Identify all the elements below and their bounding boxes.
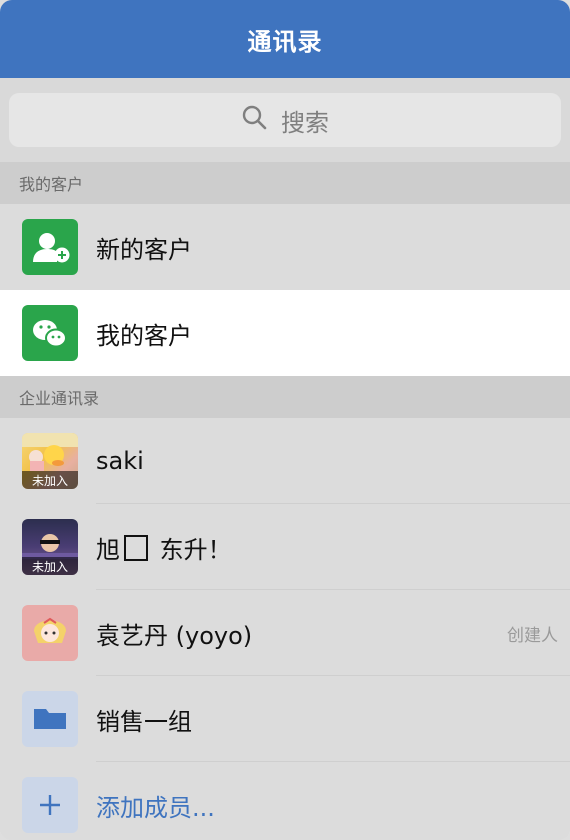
member-name: 袁艺丹 (yoyo): [96, 621, 253, 650]
wechat-icon: [22, 305, 78, 361]
member-name-prefix: 旭: [96, 535, 120, 564]
department-row[interactable]: 销售一组: [0, 676, 570, 762]
member-name-suffix: 东升！: [159, 535, 232, 564]
member-row-yoyo[interactable]: 袁艺丹 (yoyo) 创建人: [0, 590, 570, 676]
avatar-image: [34, 617, 66, 643]
search-box[interactable]: 搜索: [9, 93, 561, 147]
avatar: [22, 605, 78, 661]
department-name: 销售一组: [96, 707, 192, 736]
section-label: 企业通讯录: [19, 389, 100, 408]
list-item-my-customers[interactable]: 我的客户: [0, 290, 570, 376]
creator-tag: 创建人: [507, 625, 558, 646]
contacts-screen: 通讯录 搜索 我的客户 新的客户 我的客户 企业通讯录 未加入 saki 未加入…: [0, 0, 570, 840]
folder-icon: [22, 691, 78, 747]
section-header-company: 企业通讯录: [0, 376, 570, 418]
missing-glyph-box: [124, 534, 148, 561]
section-label: 我的客户: [19, 175, 84, 194]
member-row-xu[interactable]: 未加入 旭 东升！: [0, 504, 570, 590]
add-member-row[interactable]: 添加成员...: [0, 762, 570, 840]
avatar: 未加入: [22, 519, 78, 575]
not-joined-badge: 未加入: [22, 471, 78, 489]
member-name: 旭 东升！: [96, 530, 232, 565]
list-item-label: 我的客户: [96, 321, 192, 350]
page-title: 通讯录: [247, 27, 323, 56]
avatar: 未加入: [22, 433, 78, 489]
member-row-saki[interactable]: 未加入 saki: [0, 418, 570, 504]
not-joined-badge: 未加入: [22, 557, 78, 575]
add-customer-icon: [22, 219, 78, 275]
top-bar: 通讯录: [0, 0, 570, 78]
plus-icon: [22, 777, 78, 833]
section-header-customers: 我的客户: [0, 162, 570, 204]
search-area: 搜索: [0, 78, 570, 162]
add-member-label: 添加成员...: [96, 793, 215, 822]
search-icon: [241, 104, 267, 136]
list-item-label: 新的客户: [96, 235, 192, 264]
list-item-new-customers[interactable]: 新的客户: [0, 204, 570, 290]
member-name: saki: [96, 447, 144, 475]
search-placeholder: 搜索: [281, 108, 329, 137]
